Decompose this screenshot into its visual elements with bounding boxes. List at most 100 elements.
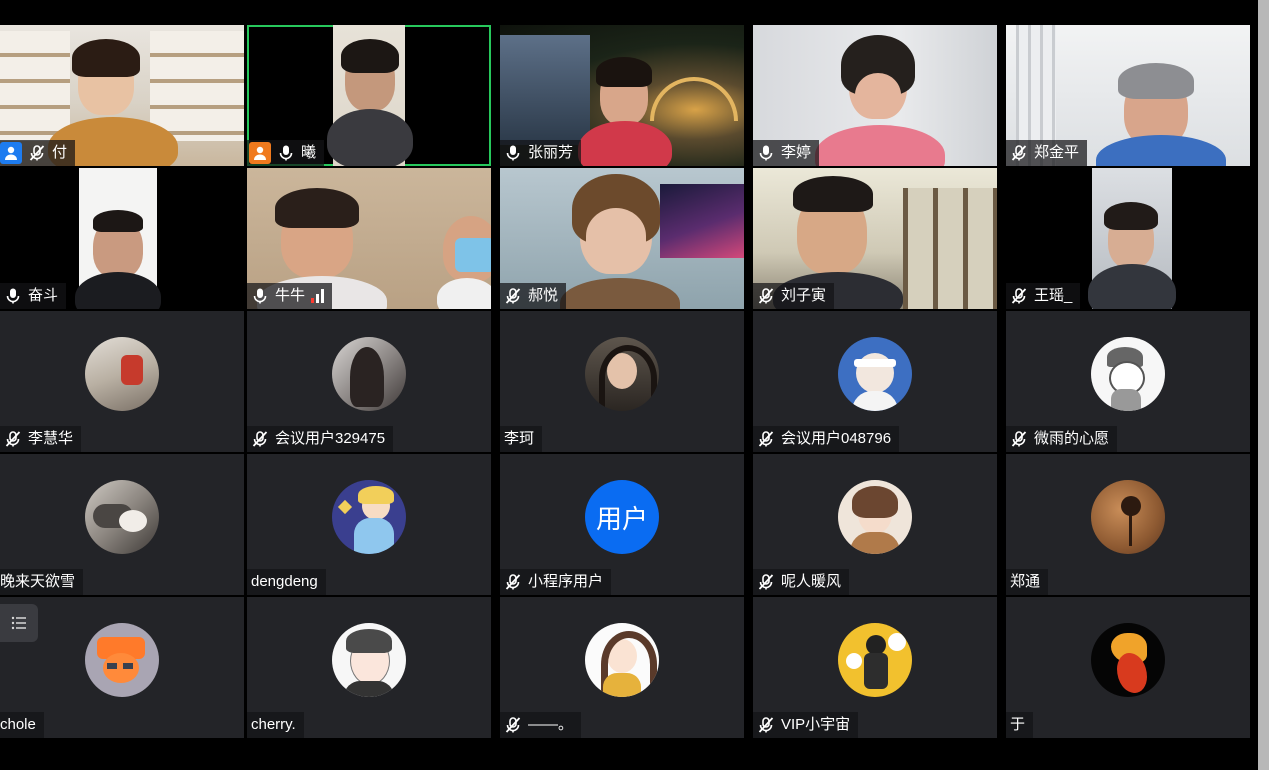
- participant-label: 牛牛: [247, 283, 333, 309]
- participant-label: ——。: [500, 712, 582, 738]
- cartoon-avatar: [1091, 337, 1165, 411]
- avatar-tile-13[interactable]: 李珂: [500, 311, 744, 452]
- participant-label: 李慧华: [0, 426, 82, 452]
- participant-label: 郑通: [1006, 569, 1049, 595]
- video-tile-10[interactable]: 王瑶_: [1006, 168, 1250, 309]
- microphone-muted-icon: [757, 716, 775, 734]
- photo-avatar: [332, 337, 406, 411]
- participant-name: dengdeng: [251, 573, 318, 590]
- participant-name: 于: [1010, 716, 1026, 733]
- avatar-tile-14[interactable]: 会议用户048796: [753, 311, 997, 452]
- video-tile-4[interactable]: 李婷: [753, 25, 997, 166]
- cartoon-avatar: [838, 337, 912, 411]
- microphone-muted-icon: [757, 287, 775, 305]
- participant-label: 曦: [247, 140, 325, 166]
- participant-name: 张丽芳: [528, 144, 574, 161]
- participant-name: 牛牛: [275, 287, 306, 304]
- video-tile-7[interactable]: 牛牛: [247, 168, 491, 309]
- video-tile-1[interactable]: 付: [0, 25, 244, 166]
- microphone-muted-icon: [504, 716, 522, 734]
- participant-label: 李珂: [500, 426, 543, 452]
- list-icon: [10, 614, 28, 632]
- cartoon-avatar: [85, 623, 159, 697]
- participant-video: [327, 25, 413, 166]
- avatar-initials: 用户: [595, 503, 648, 534]
- participant-label: VIP小宇宙: [753, 712, 859, 738]
- avatar-tile-15[interactable]: 微雨的心愿: [1006, 311, 1250, 452]
- participant-label: 呢人暖风: [753, 569, 850, 595]
- avatar-tile-16[interactable]: 晚来天欲雪: [0, 454, 244, 595]
- microphone-icon: [277, 144, 295, 162]
- photo-avatar: [1091, 480, 1165, 554]
- video-tile-3[interactable]: 张丽芳: [500, 25, 744, 166]
- microphone-muted-icon: [504, 287, 522, 305]
- microphone-icon: [4, 287, 22, 305]
- participant-name: 会议用户329475: [275, 430, 386, 447]
- text-avatar: 用户: [585, 480, 659, 554]
- participant-label: 微雨的心愿: [1006, 426, 1118, 452]
- microphone-icon: [757, 144, 775, 162]
- video-tile-8[interactable]: 郝悦: [500, 168, 744, 309]
- microphone-muted-icon: [1010, 430, 1028, 448]
- participant-name: 微雨的心愿: [1034, 430, 1110, 447]
- video-tile-6[interactable]: 奋斗: [0, 168, 244, 309]
- microphone-icon: [251, 287, 269, 305]
- video-tile-5[interactable]: 郑金平: [1006, 25, 1250, 166]
- participant-name: 郝悦: [528, 287, 559, 304]
- avatar-tile-22[interactable]: cherry.: [247, 597, 491, 738]
- avatar-tile-11[interactable]: 李慧华: [0, 311, 244, 452]
- photo-avatar: [585, 337, 659, 411]
- photo-avatar: [85, 480, 159, 554]
- participant-label: chole: [0, 712, 44, 738]
- participant-name: 李婷: [781, 144, 812, 161]
- participant-label: dengdeng: [247, 569, 326, 595]
- microphone-muted-icon: [251, 430, 269, 448]
- participant-name: 会议用户048796: [781, 430, 892, 447]
- photo-avatar: [85, 337, 159, 411]
- participant-label: 会议用户048796: [753, 426, 900, 452]
- window-scrollbar[interactable]: [1258, 0, 1269, 770]
- participant-label: 晚来天欲雪: [0, 569, 84, 595]
- participant-label: 刘子寅: [753, 283, 835, 309]
- participant-label: 奋斗: [0, 283, 67, 309]
- participant-name: 曦: [301, 144, 317, 161]
- avatar-tile-19[interactable]: 呢人暖风: [753, 454, 997, 595]
- signal-strength-icon: [311, 289, 325, 303]
- participant-label: 郝悦: [500, 283, 567, 309]
- participant-label: cherry.: [247, 712, 304, 738]
- participant-video: [1088, 168, 1176, 309]
- cartoon-avatar: [332, 480, 406, 554]
- participant-name: 晚来天欲雪: [0, 573, 76, 590]
- photo-avatar: [1091, 623, 1165, 697]
- participant-label: 于: [1006, 712, 1034, 738]
- participant-name: 小程序用户: [528, 573, 604, 590]
- video-tile-9[interactable]: 刘子寅: [753, 168, 997, 309]
- participant-name: chole: [0, 716, 36, 733]
- participant-label: 李婷: [753, 140, 820, 166]
- avatar-tile-12[interactable]: 会议用户329475: [247, 311, 491, 452]
- cartoon-avatar: [332, 623, 406, 697]
- participant-list-button[interactable]: [0, 604, 38, 642]
- avatar-tile-18[interactable]: 用户 小程序用户: [500, 454, 744, 595]
- participant-label: 小程序用户: [500, 569, 612, 595]
- participant-label: 会议用户329475: [247, 426, 394, 452]
- host-badge-icon: [0, 142, 22, 164]
- avatar-tile-23[interactable]: ——。: [500, 597, 744, 738]
- avatar-tile-17[interactable]: dengdeng: [247, 454, 491, 595]
- avatar-tile-25[interactable]: 于: [1006, 597, 1250, 738]
- participant-name: ——。: [528, 716, 574, 733]
- microphone-muted-icon: [504, 573, 522, 591]
- avatar-tile-24[interactable]: VIP小宇宙: [753, 597, 997, 738]
- microphone-muted-icon: [4, 430, 22, 448]
- avatar-tile-20[interactable]: 郑通: [1006, 454, 1250, 595]
- participant-name: 付: [52, 144, 68, 161]
- participant-label: 王瑶_: [1006, 283, 1081, 309]
- participant-name: 郑金平: [1034, 144, 1080, 161]
- microphone-muted-icon: [1010, 144, 1028, 162]
- video-tile-2[interactable]: 曦: [247, 25, 491, 166]
- participant-name: cherry.: [251, 716, 296, 733]
- microphone-muted-icon: [1010, 287, 1028, 305]
- participant-label: 张丽芳: [500, 140, 582, 166]
- participant-name: VIP小宇宙: [781, 716, 851, 733]
- participant-name: 郑通: [1010, 573, 1041, 590]
